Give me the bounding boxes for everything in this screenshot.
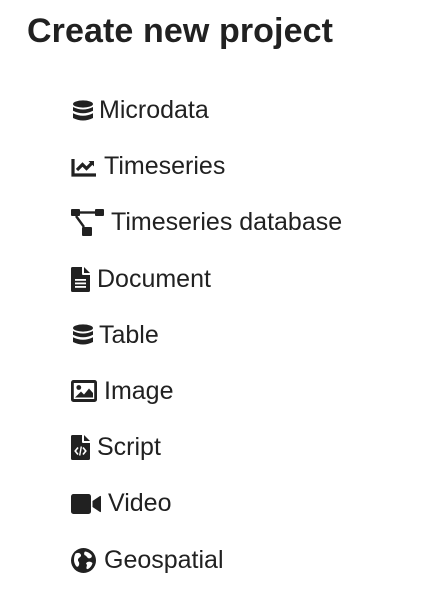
project-type-label: Microdata xyxy=(99,96,209,124)
database-icon xyxy=(71,99,95,123)
globe-icon xyxy=(71,547,96,573)
project-type-document[interactable]: Document xyxy=(71,261,342,298)
project-type-label: Image xyxy=(104,376,174,405)
line-chart-icon xyxy=(71,156,98,178)
image-icon xyxy=(71,380,97,403)
project-type-label: Table xyxy=(99,320,159,349)
project-type-timeseries-database[interactable]: Timeseries database xyxy=(71,204,342,241)
project-type-label: Script xyxy=(97,433,161,462)
project-type-label: Timeseries xyxy=(104,152,226,181)
project-type-label: Video xyxy=(108,489,172,518)
project-type-geospatial[interactable]: Geospatial xyxy=(71,542,342,579)
project-type-microdata[interactable]: Microdata xyxy=(71,92,342,129)
project-type-list: Microdata Timeseries Timeseries database xyxy=(71,92,342,579)
page-title: Create new project xyxy=(27,12,334,50)
project-type-label: Geospatial xyxy=(104,545,224,574)
project-type-label: Document xyxy=(97,264,211,293)
project-type-timeseries[interactable]: Timeseries xyxy=(71,148,342,185)
project-type-label: Timeseries database xyxy=(111,208,343,237)
database-icon xyxy=(71,323,95,347)
project-type-table[interactable]: Table xyxy=(71,317,342,354)
project-type-image[interactable]: Image xyxy=(71,373,342,410)
file-code-icon xyxy=(71,435,90,461)
project-diagram-icon xyxy=(71,208,104,237)
project-type-script[interactable]: Script xyxy=(71,429,342,466)
video-icon xyxy=(71,493,101,514)
file-text-icon xyxy=(71,266,90,292)
project-type-video[interactable]: Video xyxy=(71,485,342,522)
